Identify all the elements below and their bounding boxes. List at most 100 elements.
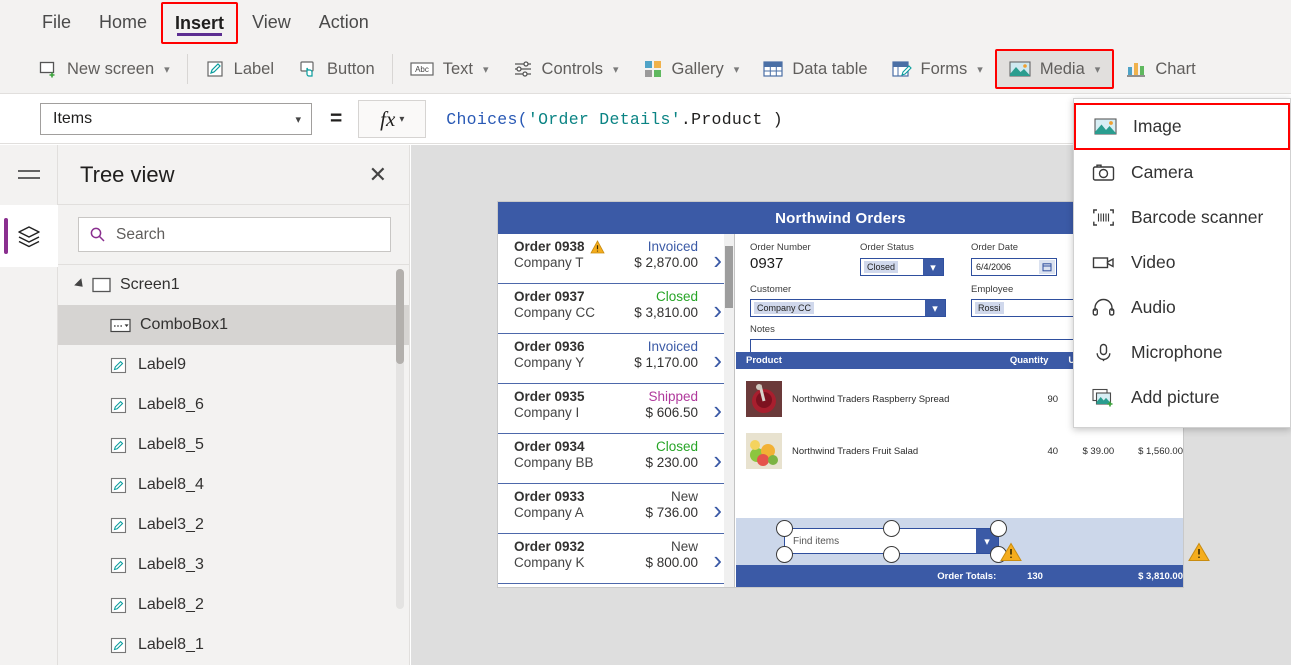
ribbon-media-button[interactable]: Media ▾ bbox=[994, 49, 1115, 89]
menu-item-microphone[interactable]: Microphone bbox=[1074, 330, 1290, 375]
formula-tail: .Product ) bbox=[680, 109, 783, 129]
chevron-down-icon: ▾ bbox=[483, 63, 489, 76]
menu-item-label: View bbox=[252, 12, 291, 32]
ribbon-chart-button[interactable]: Chart bbox=[1114, 50, 1207, 88]
chevron-right-icon[interactable]: › bbox=[713, 397, 722, 423]
hamburger-menu-button[interactable] bbox=[0, 145, 58, 205]
ribbon-item-label: Button bbox=[327, 59, 375, 78]
tree-node-label: ComboBox1 bbox=[140, 316, 229, 333]
order-company: Company T bbox=[514, 255, 584, 270]
chevron-down-icon: ▾ bbox=[1094, 63, 1101, 76]
tree-node-label8-4[interactable]: Label8_4 bbox=[58, 465, 409, 505]
tree-node-label: Label8_3 bbox=[138, 556, 204, 573]
menu-item-home[interactable]: Home bbox=[85, 0, 161, 45]
tree-scrollbar-thumb[interactable] bbox=[396, 269, 404, 364]
tree-node-label8-3[interactable]: Label8_3 bbox=[58, 545, 409, 585]
menu-item-view[interactable]: View bbox=[238, 0, 305, 45]
chevron-right-icon[interactable]: › bbox=[713, 247, 722, 273]
gallery-item[interactable]: Order 0933 New Company A $ 736.00 › bbox=[498, 484, 734, 534]
tree-node-label8-2[interactable]: Label8_2 bbox=[58, 585, 409, 625]
chevron-down-icon[interactable]: ▾ bbox=[923, 259, 943, 275]
orders-gallery[interactable]: Order 0938 Invoiced Company T $ 2,870.00… bbox=[498, 234, 735, 587]
gallery-item[interactable]: Order 0938 Invoiced Company T $ 2,870.00… bbox=[498, 234, 734, 284]
chevron-right-icon[interactable]: › bbox=[713, 297, 722, 323]
tree-node-label: Label8_6 bbox=[138, 396, 204, 413]
layers-icon bbox=[16, 224, 42, 248]
tree-node-label8-5[interactable]: Label8_5 bbox=[58, 425, 409, 465]
menu-item-insert[interactable]: Insert bbox=[161, 2, 239, 44]
tree-node-label8-1[interactable]: Label8_1 bbox=[58, 625, 409, 665]
tree-node-label3-2[interactable]: Label3_2 bbox=[58, 505, 409, 545]
calendar-icon[interactable] bbox=[1039, 260, 1055, 274]
label-icon bbox=[110, 357, 129, 374]
menu-item-label: Microphone bbox=[1131, 342, 1223, 362]
chevron-right-icon[interactable]: › bbox=[713, 547, 722, 573]
order-company: Company BB bbox=[514, 455, 594, 470]
button-icon bbox=[298, 59, 318, 79]
ribbon-controls-button[interactable]: Controls ▾ bbox=[501, 50, 631, 88]
ribbon-forms-button[interactable]: Forms ▾ bbox=[880, 50, 995, 88]
chevron-down-icon: ▾ bbox=[977, 63, 983, 76]
menu-item-audio[interactable]: Audio bbox=[1074, 285, 1290, 330]
ribbon-gallery-button[interactable]: Gallery ▾ bbox=[631, 50, 752, 88]
chevron-down-icon[interactable]: ▾ bbox=[925, 300, 945, 316]
gallery-item[interactable]: Order 0934 Closed Company BB $ 230.00 › bbox=[498, 434, 734, 484]
product-row[interactable]: Northwind Traders Fruit Salad 40 $ 39.00… bbox=[736, 424, 1183, 478]
controls-sliders-icon bbox=[513, 59, 533, 79]
gallery-item[interactable]: Order 0936 Invoiced Company Y $ 1,170.00… bbox=[498, 334, 734, 384]
gallery-item[interactable]: Order 0932 New Company K $ 800.00 › bbox=[498, 534, 734, 584]
gallery-item[interactable]: Order 0935 Shipped Company I $ 606.50 › bbox=[498, 384, 734, 434]
resize-handle-bottom-center[interactable] bbox=[883, 546, 900, 563]
totals-label: Order Totals: bbox=[937, 570, 997, 582]
property-selector-dropdown[interactable]: Items ▾ bbox=[40, 103, 312, 135]
ribbon-text-button[interactable]: Abc Text ▾ bbox=[398, 50, 501, 88]
ribbon-button-button[interactable]: Button bbox=[286, 50, 387, 88]
customer-value: Company CC bbox=[754, 302, 815, 314]
combobox-icon bbox=[110, 318, 131, 333]
order-date-input[interactable]: 6/4/2006 bbox=[971, 258, 1057, 276]
menu-item-camera[interactable]: Camera bbox=[1074, 150, 1290, 195]
product-quantity: 40 bbox=[1047, 445, 1059, 457]
customer-dropdown[interactable]: Company CC ▾ bbox=[750, 299, 946, 317]
tree-search-wrapper: Search bbox=[58, 205, 409, 265]
customer-label: Customer bbox=[750, 284, 792, 295]
ribbon-data-table-button[interactable]: Data table bbox=[751, 50, 879, 88]
menu-item-barcode-scanner[interactable]: Barcode scanner bbox=[1074, 195, 1290, 240]
menu-item-image[interactable]: Image bbox=[1074, 103, 1290, 150]
resize-handle-top-left[interactable] bbox=[776, 520, 793, 537]
tree-view-title: Tree view bbox=[80, 161, 175, 187]
menu-item-video[interactable]: Video bbox=[1074, 240, 1290, 285]
active-tab-underline bbox=[177, 33, 223, 36]
tree-view-rail-button[interactable] bbox=[0, 205, 58, 267]
ribbon-divider bbox=[186, 54, 188, 84]
resize-handle-bottom-left[interactable] bbox=[776, 546, 793, 563]
chevron-right-icon[interactable]: › bbox=[713, 447, 722, 473]
expand-triangle-icon[interactable] bbox=[74, 278, 87, 291]
ribbon-label-button[interactable]: Label bbox=[193, 50, 286, 88]
tree-node-combobox1[interactable]: ComboBox1 bbox=[58, 305, 409, 345]
order-status-label: Order Status bbox=[860, 242, 914, 253]
ribbon-item-label: Label bbox=[233, 59, 275, 78]
menu-item-label: Add picture bbox=[1131, 387, 1220, 407]
order-status-dropdown[interactable]: Closed ▾ bbox=[860, 258, 944, 276]
gallery-item[interactable]: Order 0937 Closed Company CC $ 3,810.00 … bbox=[498, 284, 734, 334]
tree-node-screen1[interactable]: Screen1 bbox=[58, 265, 409, 305]
tree-node-label9[interactable]: Label9 bbox=[58, 345, 409, 385]
column-header-product: Product bbox=[746, 355, 782, 366]
chevron-right-icon[interactable]: › bbox=[713, 347, 722, 373]
fx-button[interactable]: fx ▾ bbox=[358, 100, 427, 138]
order-amount: $ 1,170.00 bbox=[634, 355, 698, 370]
search-input[interactable]: Search bbox=[78, 217, 391, 252]
resize-handle-top-center[interactable] bbox=[883, 520, 900, 537]
combobox-drop-zone[interactable]: Find items ▾ bbox=[736, 518, 1210, 565]
gallery-scrollbar-thumb[interactable] bbox=[725, 246, 733, 308]
menu-item-action[interactable]: Action bbox=[305, 0, 383, 45]
close-icon[interactable]: ✕ bbox=[369, 163, 387, 186]
menu-item-add-picture[interactable]: Add picture bbox=[1074, 375, 1290, 420]
resize-handle-top-right[interactable] bbox=[990, 520, 1007, 537]
ribbon-new-screen-button[interactable]: New screen ▾ bbox=[26, 50, 182, 88]
chevron-right-icon[interactable]: › bbox=[713, 497, 722, 523]
product-quantity: 90 bbox=[1047, 393, 1059, 405]
menu-item-file[interactable]: File bbox=[28, 0, 85, 45]
tree-node-label8-6[interactable]: Label8_6 bbox=[58, 385, 409, 425]
